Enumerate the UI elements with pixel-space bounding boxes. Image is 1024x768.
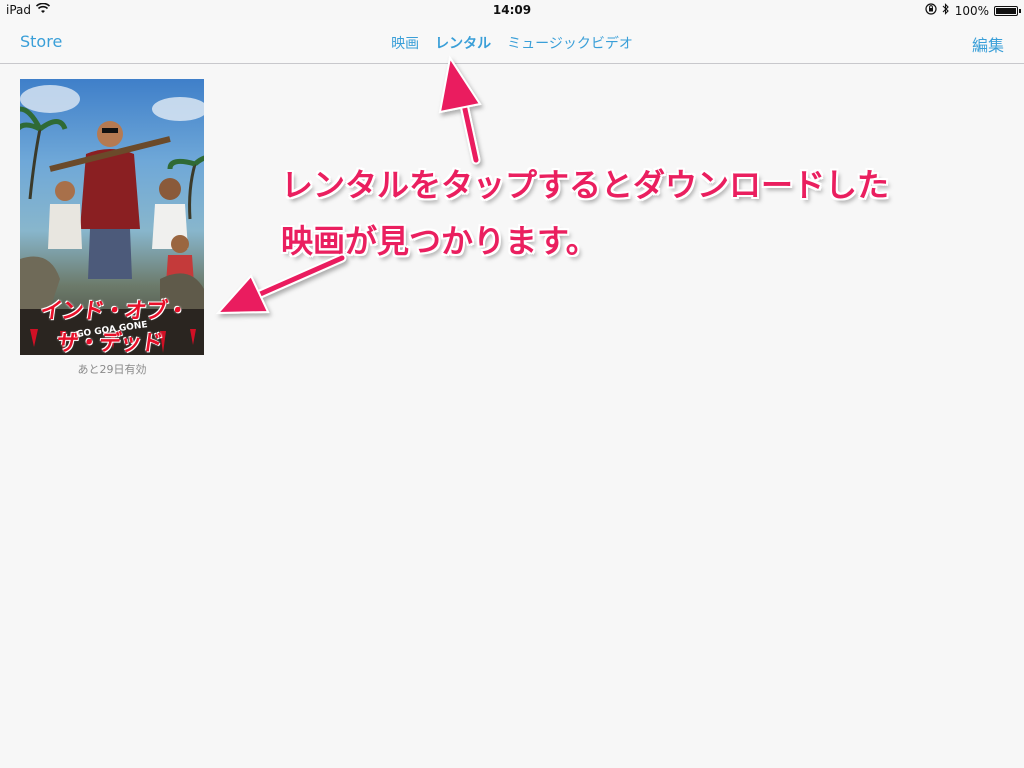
tab-rentals[interactable]: レンタル	[435, 33, 491, 53]
tab-movies[interactable]: 映画	[391, 33, 419, 53]
bluetooth-icon	[942, 3, 950, 18]
annotation-line-1: レンタルをタップするとダウンロードした	[281, 166, 890, 204]
tab-music-videos[interactable]: ミュージックビデオ	[507, 33, 633, 53]
rental-expiry-label: あと29日有効	[77, 363, 147, 376]
orientation-lock-icon	[925, 3, 937, 18]
edit-button[interactable]: 編集	[972, 32, 1004, 56]
status-right: 100%	[925, 3, 1021, 18]
nav-bar: Store 映画 レンタル ミュージックビデオ 編集	[0, 20, 1024, 64]
segment-tabs: 映画 レンタル ミュージックビデオ	[0, 33, 1024, 53]
screen: iPad 14:09 100% Store 映画 レンタル ミュージックビデオ …	[0, 0, 1024, 768]
status-time: 14:09	[492, 3, 532, 17]
battery-icon	[994, 5, 1021, 16]
movie-poster[interactable]: インド・オブ・ザ・デッド GO GOA GONE	[20, 79, 204, 355]
movie-item[interactable]: インド・オブ・ザ・デッド GO GOA GONE あと29日有効	[20, 79, 204, 377]
battery-percent: 100%	[954, 3, 989, 18]
battery-fill	[996, 7, 1016, 14]
status-bar: iPad 14:09 100%	[0, 0, 1024, 20]
annotation-line-2: 映画が見つかります。	[281, 222, 598, 260]
battery-tip	[1019, 8, 1021, 13]
